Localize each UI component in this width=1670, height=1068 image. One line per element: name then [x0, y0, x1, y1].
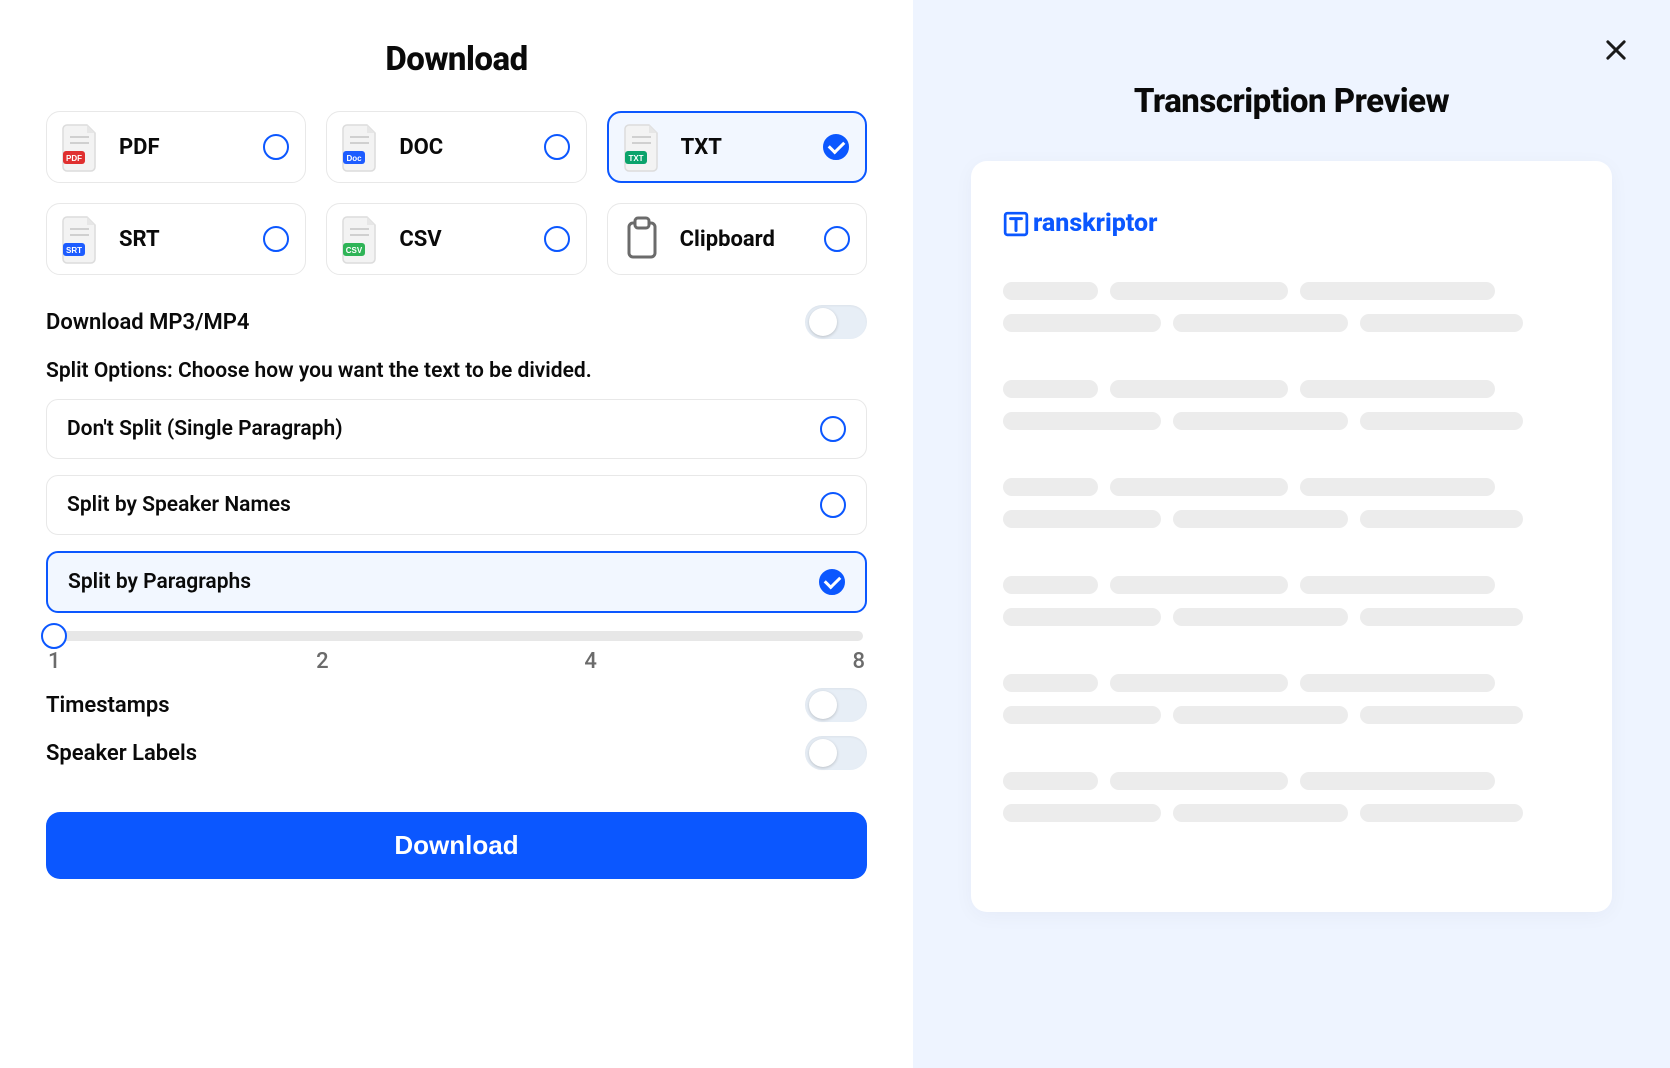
preview-card: ranskriptor	[971, 161, 1612, 912]
slider-tick: 4	[584, 649, 597, 674]
radio-icon	[544, 226, 570, 252]
paragraph-slider: 1 2 4 8	[46, 631, 867, 674]
format-label: DOC	[399, 135, 527, 160]
svg-text:TXT: TXT	[628, 154, 643, 163]
pdf-file-icon: PDF	[59, 121, 103, 173]
format-option-doc[interactable]: Doc DOC	[326, 111, 586, 183]
skeleton-paragraph	[1003, 478, 1580, 528]
slider-tick: 8	[852, 649, 865, 674]
svg-text:SRT: SRT	[66, 246, 82, 255]
extra-toggles: Timestamps Speaker Labels	[46, 688, 867, 770]
slider-thumb[interactable]	[41, 623, 67, 649]
split-option-split-speaker[interactable]: Split by Speaker Names	[46, 475, 867, 535]
split-option-no-split[interactable]: Don't Split (Single Paragraph)	[46, 399, 867, 459]
skeleton-paragraph	[1003, 380, 1580, 430]
format-label: CSV	[399, 227, 527, 252]
split-option-label: Split by Paragraphs	[68, 570, 251, 594]
download-panel: Download PDF PDF Doc DOC TXT TXT	[0, 0, 913, 1068]
svg-text:CSV: CSV	[346, 246, 363, 255]
format-label: Clipboard	[680, 227, 808, 252]
radio-icon	[820, 492, 846, 518]
format-label: TXT	[681, 135, 807, 160]
split-options-list: Don't Split (Single Paragraph) Split by …	[46, 399, 867, 613]
radio-icon	[544, 134, 570, 160]
radio-icon	[824, 226, 850, 252]
mp3-toggle[interactable]	[805, 305, 867, 339]
txt-file-icon: TXT	[621, 121, 665, 173]
format-label: PDF	[119, 135, 247, 160]
svg-text:PDF: PDF	[66, 154, 82, 163]
skeleton-paragraph	[1003, 282, 1580, 332]
brand-logo: ranskriptor	[1003, 209, 1580, 238]
preview-panel: Transcription Preview ranskriptor	[913, 0, 1670, 1068]
doc-file-icon: Doc	[339, 121, 383, 173]
close-icon[interactable]	[1602, 36, 1630, 64]
slider-track[interactable]	[50, 631, 863, 641]
mp3-toggle-row: Download MP3/MP4	[46, 305, 867, 339]
format-option-srt[interactable]: SRT SRT	[46, 203, 306, 275]
format-option-clip[interactable]: Clipboard	[607, 203, 867, 275]
download-title: Download	[46, 40, 867, 79]
timestamps-toggle-row: Timestamps	[46, 688, 867, 722]
radio-icon	[819, 569, 845, 595]
svg-text:Doc: Doc	[347, 154, 363, 163]
preview-skeleton	[1003, 282, 1580, 822]
timestamps-label: Timestamps	[46, 693, 170, 718]
speaker-labels-label: Speaker Labels	[46, 741, 197, 766]
format-option-pdf[interactable]: PDF PDF	[46, 111, 306, 183]
speaker-labels-toggle-row: Speaker Labels	[46, 736, 867, 770]
timestamps-toggle[interactable]	[805, 688, 867, 722]
radio-icon	[263, 134, 289, 160]
skeleton-paragraph	[1003, 674, 1580, 724]
brand-mark-icon	[1003, 211, 1029, 237]
split-option-split-para[interactable]: Split by Paragraphs	[46, 551, 867, 613]
preview-title: Transcription Preview	[971, 82, 1612, 121]
split-options-header: Split Options: Choose how you want the t…	[46, 359, 867, 383]
radio-icon	[820, 416, 846, 442]
slider-tick: 2	[316, 649, 329, 674]
brand-text: ranskriptor	[1033, 209, 1157, 238]
slider-tick: 1	[48, 649, 61, 674]
format-grid: PDF PDF Doc DOC TXT TXT SRT SRT	[46, 111, 867, 275]
format-option-csv[interactable]: CSV CSV	[326, 203, 586, 275]
srt-file-icon: SRT	[59, 213, 103, 265]
mp3-toggle-label: Download MP3/MP4	[46, 310, 249, 335]
csv-file-icon: CSV	[339, 213, 383, 265]
download-button[interactable]: Download	[46, 812, 867, 879]
speaker-labels-toggle[interactable]	[805, 736, 867, 770]
split-option-label: Split by Speaker Names	[67, 493, 291, 517]
split-option-label: Don't Split (Single Paragraph)	[67, 417, 343, 441]
format-label: SRT	[119, 227, 247, 252]
skeleton-paragraph	[1003, 576, 1580, 626]
radio-icon	[263, 226, 289, 252]
format-option-txt[interactable]: TXT TXT	[607, 111, 867, 183]
skeleton-paragraph	[1003, 772, 1580, 822]
slider-ticks: 1 2 4 8	[48, 649, 865, 674]
radio-icon	[823, 134, 849, 160]
clipboard-file-icon	[620, 213, 664, 265]
